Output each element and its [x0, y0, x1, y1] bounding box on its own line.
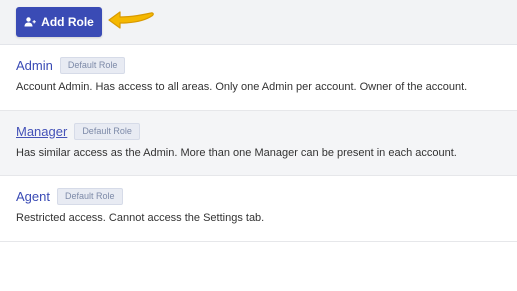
add-role-label: Add Role: [41, 15, 94, 29]
role-name-admin[interactable]: Admin: [16, 58, 53, 73]
add-role-button[interactable]: Add Role: [16, 7, 102, 37]
role-name-agent[interactable]: Agent: [16, 189, 50, 204]
default-role-badge: Default Role: [74, 122, 140, 140]
arrow-pointer-icon: [106, 9, 156, 31]
role-header: Manager Default Role: [16, 121, 140, 141]
role-description: Has similar access as the Admin. More th…: [16, 147, 457, 159]
role-name-manager[interactable]: Manager: [16, 124, 67, 139]
default-role-badge: Default Role: [56, 187, 123, 205]
add-user-icon: [24, 16, 36, 28]
toolbar: Add Role: [0, 0, 517, 45]
role-row-manager[interactable]: Manager Default Role Has similar access …: [0, 111, 517, 176]
role-description: Account Admin. Has access to all areas. …: [16, 81, 468, 93]
default-role-badge: Default Role: [59, 56, 126, 74]
role-row-agent[interactable]: Agent Default Role Restricted access. Ca…: [0, 176, 517, 242]
role-header: Agent Default Role: [16, 186, 123, 206]
role-description: Restricted access. Cannot access the Set…: [16, 212, 265, 224]
role-row-admin[interactable]: Admin Default Role Account Admin. Has ac…: [0, 45, 517, 111]
role-header: Admin Default Role: [16, 55, 126, 75]
